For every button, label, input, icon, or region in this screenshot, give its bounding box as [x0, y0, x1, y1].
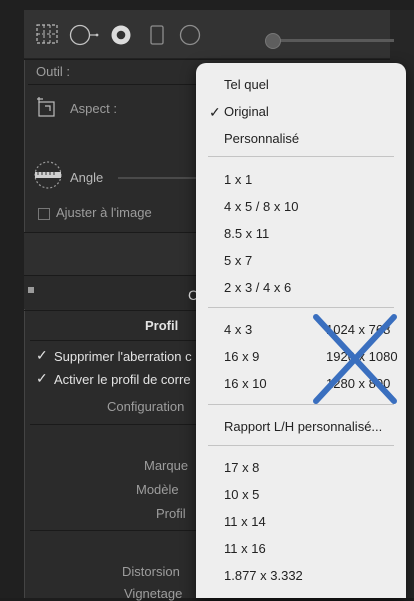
menu-item-ratio[interactable]: 1.877 x 3.332	[224, 568, 303, 583]
remove-ca-checkbox[interactable]: ✓	[36, 347, 48, 364]
spot-circle-icon[interactable]	[69, 24, 101, 49]
divider	[24, 59, 390, 60]
menu-item-ratio[interactable]: 8.5 x 11	[224, 226, 269, 241]
divider	[30, 424, 198, 425]
vignetting-label: Vignetage	[124, 586, 183, 601]
menu-item-ratio[interactable]: 17 x 8	[224, 460, 259, 475]
brush-icon[interactable]	[265, 33, 281, 49]
menu-item-ratio[interactable]: 11 x 16	[224, 541, 266, 556]
setup-label: Configuration	[107, 399, 185, 414]
enable-profile-checkbox[interactable]: ✓	[36, 370, 48, 387]
menu-item-ratio[interactable]: 1 x 1	[224, 172, 252, 187]
crop-grid-icon[interactable]	[36, 24, 58, 47]
menu-item-as-shot[interactable]: Tel quel	[224, 77, 269, 92]
constrain-label: Ajuster à l'image	[56, 205, 152, 220]
menu-item-ratio[interactable]: 2 x 3 / 4 x 6	[224, 280, 291, 295]
distortion-label: Distorsion	[122, 564, 180, 579]
divider	[30, 340, 198, 341]
angle-slider[interactable]	[118, 177, 198, 179]
graduated-filter-icon[interactable]	[149, 24, 165, 49]
remove-ca-label: Supprimer l'aberration c	[54, 349, 192, 364]
model-label: Modèle	[136, 482, 179, 497]
make-label: Marque	[144, 458, 189, 473]
menu-separator	[208, 307, 394, 308]
profile-label: Profil	[156, 506, 186, 521]
straighten-tool-icon[interactable]	[32, 160, 68, 193]
menu-item-custom[interactable]: Personnalisé	[224, 131, 299, 146]
menu-item-custom-ratio[interactable]: Rapport L/H personnalisé...	[224, 419, 382, 434]
red-eye-icon[interactable]	[110, 24, 132, 49]
menu-separator	[208, 445, 394, 446]
menu-item-ratio[interactable]: 4 x 3	[224, 322, 252, 337]
enable-profile-label: Activer le profil de corre	[54, 372, 191, 387]
menu-item-ratio[interactable]: 5 x 7	[224, 253, 252, 268]
aspect-dropdown-menu: Tel quel Original Personnalisé 1 x 1 4 x…	[196, 63, 406, 598]
constrain-checkbox[interactable]	[38, 208, 50, 220]
aspect-label: Aspect :	[70, 101, 117, 116]
menu-item-ratio[interactable]: 4 x 5 / 8 x 10	[224, 199, 298, 214]
crop-aspect-icon[interactable]	[36, 96, 60, 123]
tool-label: Outil :	[36, 64, 70, 79]
menu-separator	[208, 404, 394, 405]
radial-filter-icon[interactable]	[179, 24, 203, 49]
angle-label: Angle	[70, 170, 104, 185]
menu-item-ratio[interactable]: 16 x 10	[224, 376, 267, 391]
divider	[30, 530, 198, 531]
x-mark-icon	[313, 314, 397, 404]
tab-profile[interactable]: Profil	[145, 318, 178, 333]
brush-slider-track[interactable]	[274, 39, 394, 42]
panel-toggle-icon[interactable]	[28, 287, 34, 293]
menu-item-ratio[interactable]: 11 x 14	[224, 514, 266, 529]
tool-strip	[24, 10, 394, 59]
menu-separator	[208, 156, 394, 157]
menu-item-ratio[interactable]: 10 x 5	[224, 487, 259, 502]
divider	[28, 84, 198, 85]
menu-item-ratio[interactable]: 16 x 9	[224, 349, 259, 364]
menu-item-original[interactable]: Original	[209, 104, 269, 121]
